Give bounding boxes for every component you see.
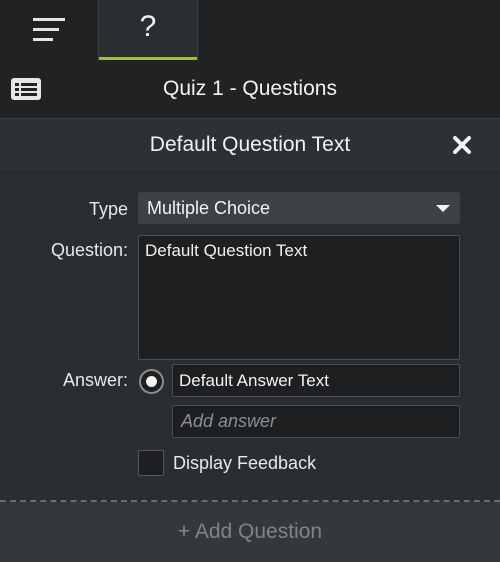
question-textarea[interactable]: Default Question Text	[138, 235, 460, 360]
close-icon	[453, 136, 471, 154]
display-feedback-checkbox[interactable]	[138, 450, 164, 476]
help-label: ?	[139, 10, 157, 43]
question-label: Question:	[50, 240, 128, 260]
quiz-title: Quiz 1 - Questions	[163, 77, 337, 100]
type-select[interactable]: Multiple Choice	[138, 192, 460, 224]
type-label: Type	[88, 199, 128, 219]
tab-menu[interactable]	[0, 0, 98, 60]
quiz-header: Quiz 1 - Questions	[0, 60, 500, 118]
add-answer-input[interactable]: Add answer	[172, 405, 460, 438]
answer-radio[interactable]	[139, 369, 164, 394]
tab-bar: ?	[0, 0, 500, 60]
question-header: Default Question Text	[0, 118, 500, 172]
caret-down-icon	[436, 205, 450, 212]
radio-selected-dot	[146, 376, 157, 387]
menu-icon	[33, 18, 65, 41]
close-button[interactable]	[450, 133, 474, 157]
display-feedback-label: Display Feedback	[173, 453, 317, 473]
tab-help[interactable]: ?	[98, 0, 198, 60]
type-select-value: Multiple Choice	[147, 197, 271, 218]
question-title: Default Question Text	[149, 133, 351, 156]
list-panel-icon[interactable]	[10, 77, 42, 101]
answer-label: Answer:	[62, 370, 128, 390]
answer-input[interactable]: Default Answer Text	[172, 364, 460, 397]
add-question-button[interactable]: + Add Question	[0, 502, 500, 562]
